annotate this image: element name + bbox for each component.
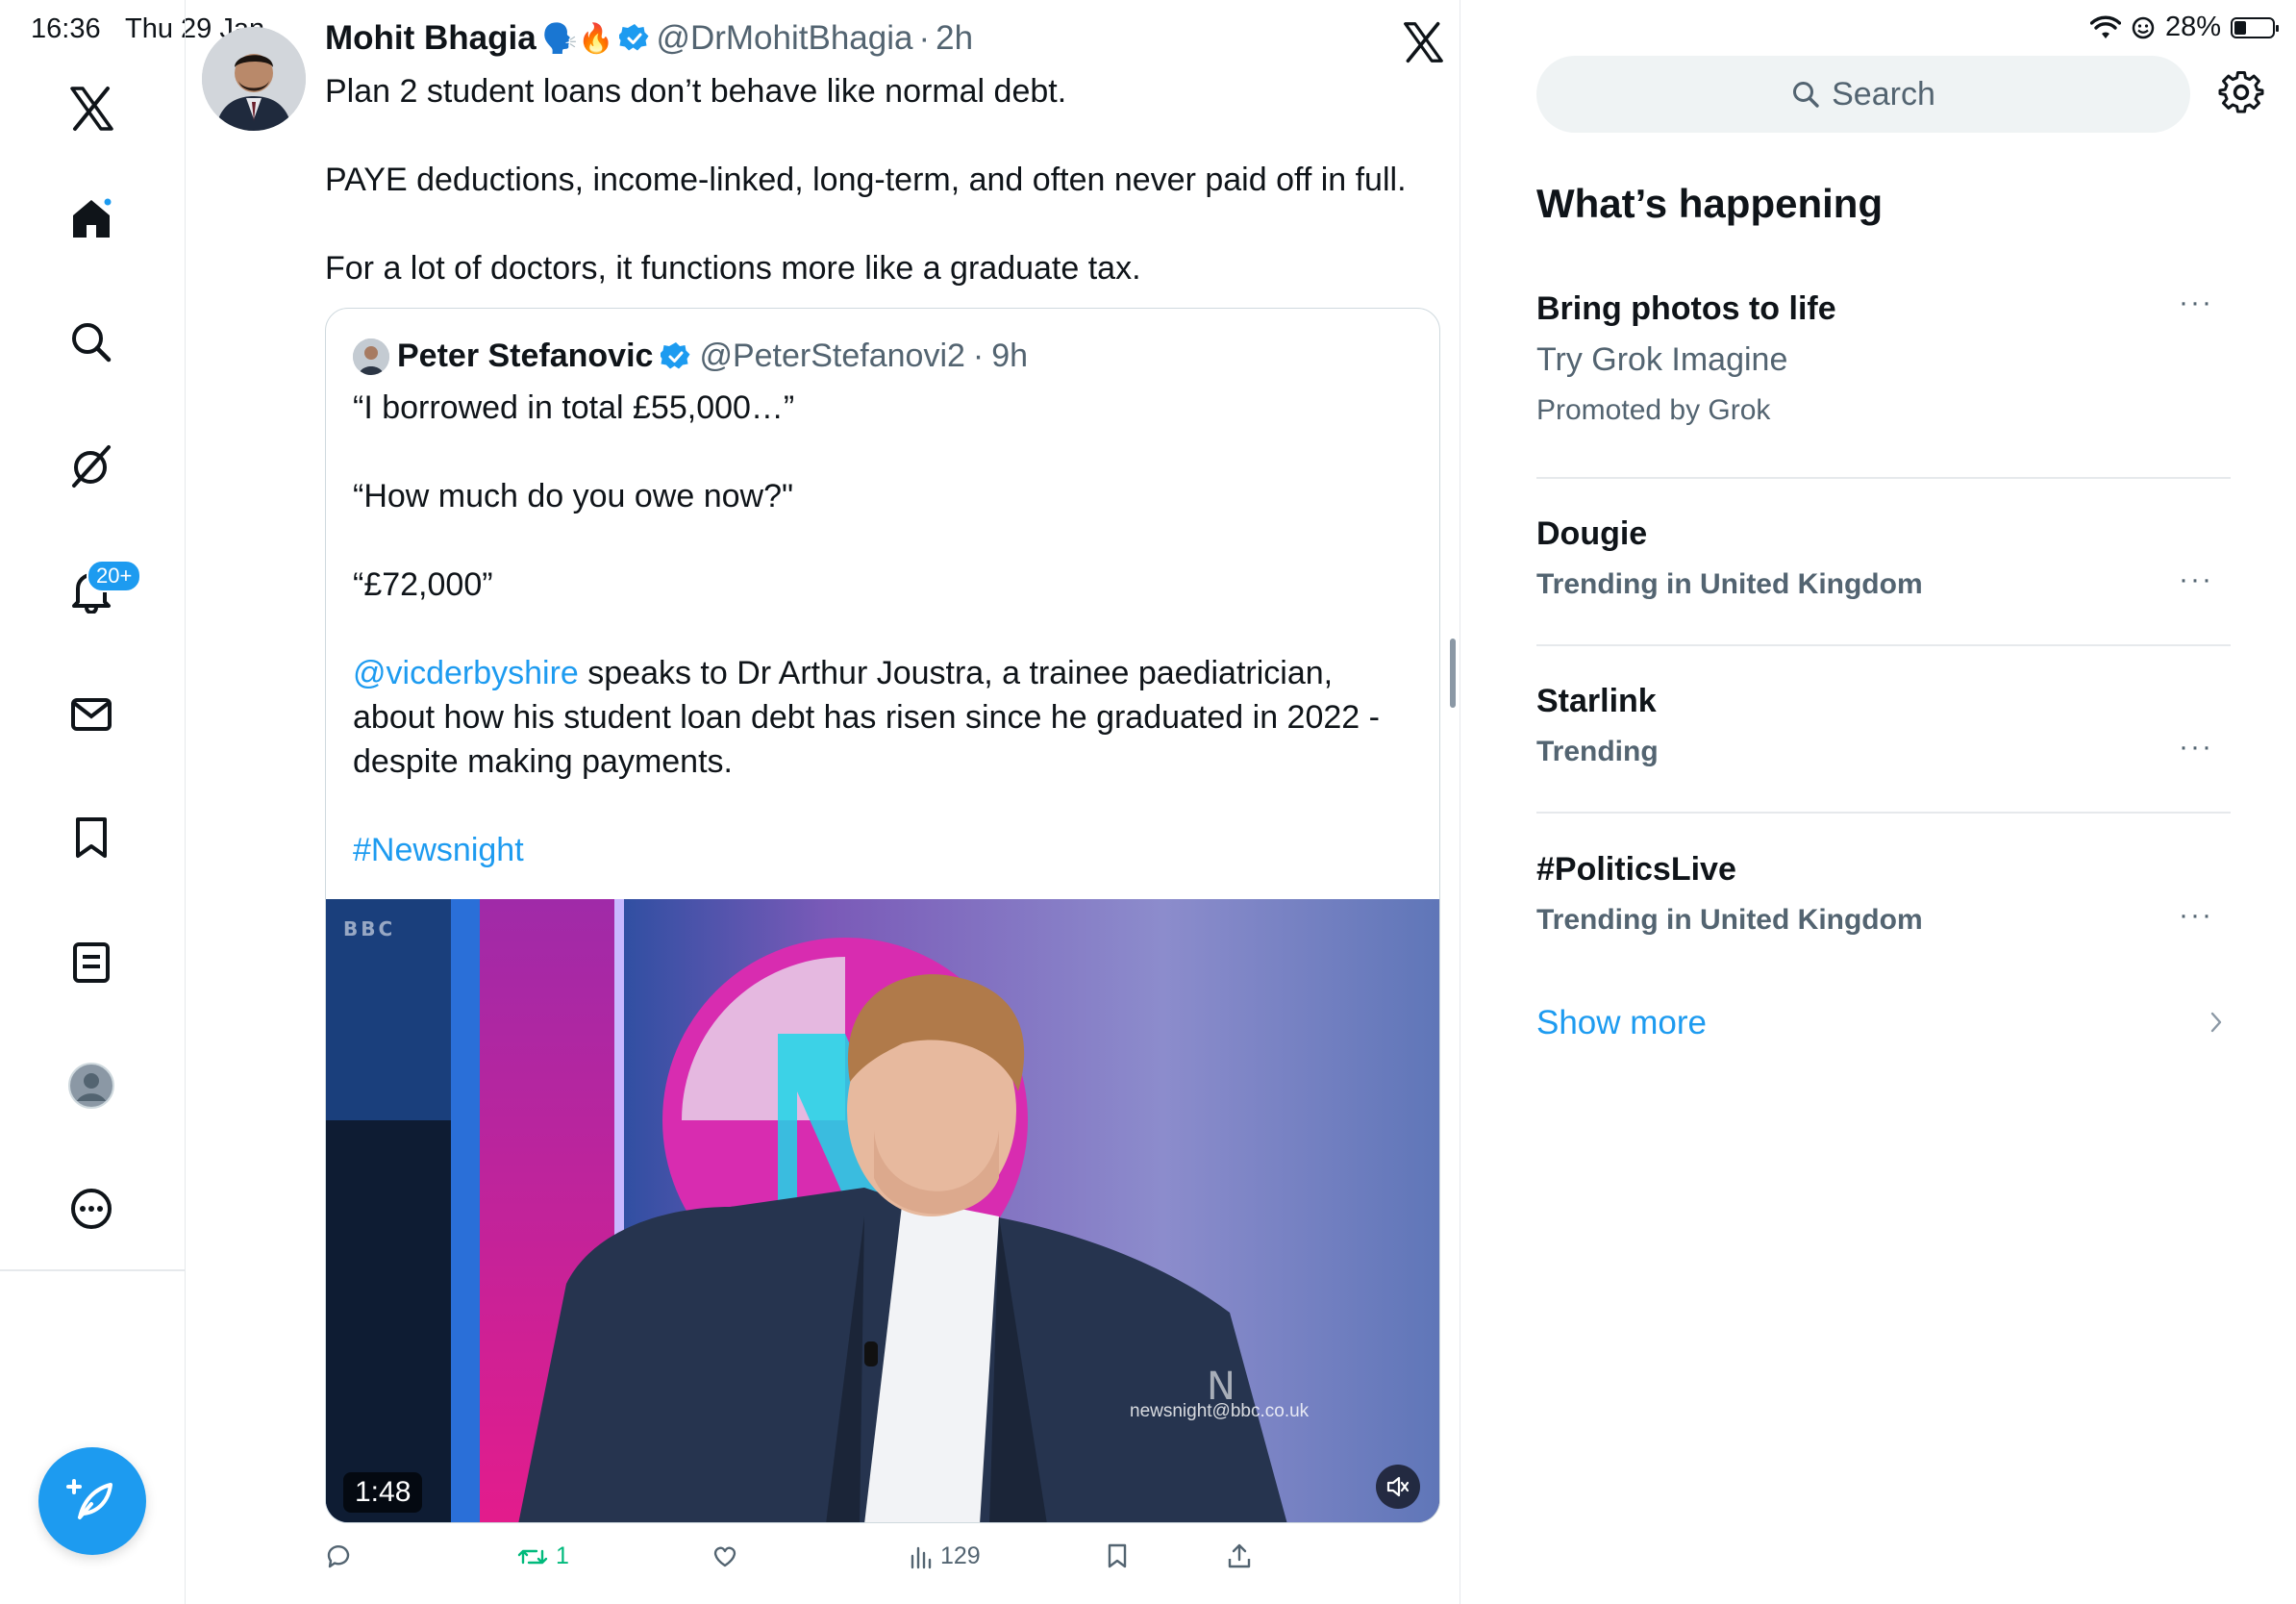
share-icon <box>1228 1543 1251 1568</box>
quoted-tweet-card[interactable]: Peter Stefanovic @PeterStefanovi2 · 9h “… <box>325 308 1440 1523</box>
trend-title: Dougie <box>1536 515 1648 552</box>
verified-badge-icon <box>661 341 690 368</box>
more-icon[interactable] <box>60 1177 123 1241</box>
trend-context: Trending in United Kingdom <box>1536 568 1923 600</box>
quote-text-line: “I borrowed in total £55,000…” <box>353 389 795 426</box>
trend-item[interactable]: Dougie Trending in United Kingdom ··· <box>1536 515 2231 612</box>
more-options-icon[interactable]: ··· <box>2179 731 2213 764</box>
tweet-text-line: PAYE deductions, income-linked, long-ter… <box>325 162 1407 198</box>
reply-icon <box>327 1545 350 1568</box>
dot-separator: · <box>918 19 931 57</box>
wifi-icon <box>2089 15 2121 38</box>
tweet-action-bar: 1 129 <box>325 1542 1286 1581</box>
dot-separator: · <box>972 338 985 374</box>
quote-time[interactable]: 9h <box>991 338 1028 375</box>
rail-divider <box>0 1269 185 1271</box>
x-logo-icon[interactable] <box>60 77 123 140</box>
tweet-time[interactable]: 2h <box>936 19 973 58</box>
divider <box>1536 812 2231 814</box>
divider <box>1536 477 2231 479</box>
quote-author-line: Peter Stefanovic @PeterStefanovi2 · 9h <box>353 338 1028 375</box>
author-handle[interactable]: @DrMohitBhagia <box>656 19 912 58</box>
verified-badge-icon <box>619 24 649 51</box>
video-frame: BBC N <box>326 899 1439 1522</box>
battery-percent: 28% <box>2164 12 2221 42</box>
more-options-icon[interactable]: ··· <box>2179 287 2213 319</box>
tweet-text-line: Plan 2 student loans don’t behave like n… <box>325 73 1067 110</box>
newsnight-watermark: newsnight@bbc.co.uk <box>1130 1401 1310 1421</box>
trend-context: Trending <box>1536 736 1659 767</box>
more-options-icon[interactable]: ··· <box>2179 564 2213 596</box>
views-count: 129 <box>940 1542 981 1569</box>
more-options-icon[interactable]: ··· <box>2179 899 2213 932</box>
views-button[interactable]: 129 <box>910 1542 981 1570</box>
trend-item[interactable]: Starlink Trending ··· <box>1536 683 2231 779</box>
mute-button[interactable] <box>1376 1465 1420 1509</box>
quote-text-line: “£72,000” <box>353 566 493 603</box>
grok-icon[interactable] <box>60 435 123 498</box>
bookmark-button[interactable] <box>1106 1542 1129 1569</box>
mention-link[interactable]: @vicderbyshire <box>353 655 579 691</box>
search-input[interactable]: Search <box>1536 56 2190 133</box>
status-indicators: 28% <box>2089 12 2279 43</box>
heart-icon <box>713 1546 736 1567</box>
compose-feather-icon <box>66 1479 112 1519</box>
show-more-link[interactable]: Show more <box>1536 1004 1707 1042</box>
bbc-logo: BBC <box>343 917 395 940</box>
video-duration: 1:48 <box>343 1472 423 1513</box>
orientation-lock-icon <box>2132 16 2155 38</box>
bookmark-icon <box>1108 1543 1127 1568</box>
quote-hashtag-line: #Newsnight <box>353 828 1410 872</box>
x-logo-close-icon[interactable] <box>1402 21 1444 63</box>
scroll-indicator[interactable] <box>1450 639 1456 708</box>
profile-icon[interactable] <box>60 1054 123 1117</box>
gear-icon <box>2218 71 2264 113</box>
hashtag-link[interactable]: #Newsnight <box>353 832 524 868</box>
promo-subtitle: Try Grok Imagine <box>1536 341 1788 378</box>
whats-happening-heading: What’s happening <box>1536 181 1884 226</box>
views-chart-icon <box>911 1546 932 1568</box>
speaker-muted-icon <box>1386 1476 1410 1497</box>
tweet-author-line: Mohit Bhagia 🗣️🔥 @DrMohitBhagia · 2h <box>325 19 973 58</box>
trend-title: #PoliticsLive <box>1536 851 1736 888</box>
author-name[interactable]: Mohit Bhagia <box>325 19 537 58</box>
video-player[interactable]: BBC N newsnight@bbc.co.uk 1:48 <box>326 899 1439 1522</box>
author-avatar[interactable] <box>202 27 306 131</box>
search-placeholder: Search <box>1832 75 1935 113</box>
reply-button[interactable] <box>325 1542 352 1569</box>
compose-post-button[interactable] <box>38 1447 146 1555</box>
share-button[interactable] <box>1227 1542 1252 1569</box>
lists-icon[interactable] <box>60 931 123 994</box>
search-icon[interactable] <box>60 311 123 374</box>
quote-text-paragraph: @vicderbyshire speaks to Dr Arthur Joust… <box>353 651 1410 784</box>
search-icon <box>1793 82 1819 108</box>
author-emoji: 🗣️🔥 <box>541 22 614 55</box>
like-button[interactable] <box>711 1542 738 1569</box>
retweet-button[interactable]: 1 <box>517 1542 569 1570</box>
divider <box>1536 644 2231 646</box>
chevron-right-icon <box>2208 1006 2227 1039</box>
left-nav-rail: 20+ <box>0 0 186 1604</box>
promoted-trend[interactable]: Bring photos to life Try Grok Imagine Pr… <box>1536 287 2231 444</box>
promo-title: Bring photos to life <box>1536 290 1836 327</box>
home-icon[interactable] <box>60 187 123 250</box>
quote-text-line: “How much do you owe now?" <box>353 478 794 514</box>
trend-context: Trending in United Kingdom <box>1536 904 1923 936</box>
messages-icon[interactable] <box>60 683 123 746</box>
settings-button[interactable] <box>2217 71 2265 119</box>
tweet-text: Plan 2 student loans don’t behave like n… <box>325 69 1431 335</box>
trend-title: Starlink <box>1536 683 1657 719</box>
retweet-count: 1 <box>556 1542 569 1569</box>
bookmarks-icon[interactable] <box>60 806 123 869</box>
promo-label: Promoted by Grok <box>1536 394 1771 426</box>
retweet-icon <box>517 1549 548 1564</box>
quote-author-name[interactable]: Peter Stefanovic <box>397 338 653 375</box>
quote-text: “I borrowed in total £55,000…” “How much… <box>353 386 1410 916</box>
battery-icon <box>2231 16 2279 38</box>
trend-item[interactable]: #PoliticsLive Trending in United Kingdom… <box>1536 851 2231 947</box>
quote-author-avatar[interactable] <box>353 338 389 375</box>
notifications-badge: 20+ <box>87 560 142 592</box>
quote-author-handle[interactable]: @PeterStefanovi2 <box>699 338 964 375</box>
tweet-text-line: For a lot of doctors, it functions more … <box>325 250 1141 287</box>
